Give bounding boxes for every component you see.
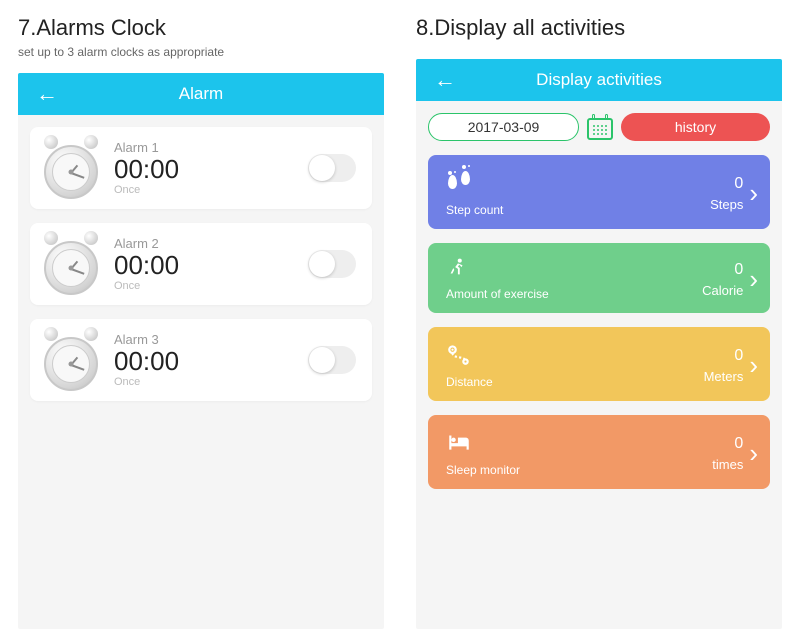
alarm-card[interactable]: Alarm 3 00:00 Once xyxy=(30,319,372,401)
calendar-icon[interactable] xyxy=(587,114,613,140)
alarm-label: Alarm 3 xyxy=(114,332,308,347)
activities-top-row: 2017-03-09 history xyxy=(428,113,770,141)
card-unit: Meters xyxy=(704,369,744,384)
alarm-info: Alarm 1 00:00 Once xyxy=(114,140,308,196)
alarm-time: 00:00 xyxy=(114,251,308,280)
card-label: Step count xyxy=(446,203,503,217)
date-picker[interactable]: 2017-03-09 xyxy=(428,113,579,141)
alarm-toggle[interactable] xyxy=(308,250,356,278)
alarm-phone: ← Alarm Alarm 1 00:00 Once xyxy=(18,73,384,629)
activities-phone: ← Display activities 2017-03-09 history … xyxy=(416,59,782,629)
card-label: Amount of exercise xyxy=(446,287,549,301)
bed-icon xyxy=(446,429,472,455)
card-unit: times xyxy=(712,457,743,472)
alarm-toggle[interactable] xyxy=(308,154,356,182)
activities-title: 8.Display all activities xyxy=(416,15,782,41)
card-label: Sleep monitor xyxy=(446,463,520,477)
exercise-card[interactable]: Amount of exercise 0 Calorie › xyxy=(428,243,770,313)
clock-icon xyxy=(40,137,102,199)
alarm-header-title: Alarm xyxy=(18,84,384,104)
clock-icon xyxy=(40,233,102,295)
alarm-list: Alarm 1 00:00 Once Alarm 2 00:00 Once xyxy=(18,115,384,629)
history-button[interactable]: history xyxy=(621,113,770,141)
card-value: 0 xyxy=(734,175,743,193)
step-count-card[interactable]: Step count 0 Steps › xyxy=(428,155,770,229)
alarms-panel: 7.Alarms Clock set up to 3 alarm clocks … xyxy=(18,15,384,629)
back-icon[interactable]: ← xyxy=(434,67,456,93)
distance-card[interactable]: Distance 0 Meters › xyxy=(428,327,770,401)
back-icon[interactable]: ← xyxy=(36,81,58,107)
card-value: 0 xyxy=(734,435,743,453)
chevron-right-icon: › xyxy=(749,438,758,469)
alarm-toggle[interactable] xyxy=(308,346,356,374)
route-pin-icon xyxy=(446,341,472,367)
alarm-freq: Once xyxy=(114,376,308,388)
clock-icon xyxy=(40,329,102,391)
card-label: Distance xyxy=(446,375,493,389)
sleep-card[interactable]: Sleep monitor 0 times › xyxy=(428,415,770,489)
activities-header-title: Display activities xyxy=(416,70,782,90)
alarm-info: Alarm 2 00:00 Once xyxy=(114,236,308,292)
alarm-info: Alarm 3 00:00 Once xyxy=(114,332,308,388)
alarms-title: 7.Alarms Clock xyxy=(18,15,384,41)
alarm-header: ← Alarm xyxy=(18,73,384,115)
alarm-label: Alarm 2 xyxy=(114,236,308,251)
alarm-card[interactable]: Alarm 2 00:00 Once xyxy=(30,223,372,305)
card-value: 0 xyxy=(734,347,743,365)
footprints-icon xyxy=(446,169,472,195)
chevron-right-icon: › xyxy=(749,178,758,209)
activities-body: 2017-03-09 history Step count 0 Steps › xyxy=(416,101,782,629)
alarm-label: Alarm 1 xyxy=(114,140,308,155)
alarm-freq: Once xyxy=(114,280,308,292)
runner-icon xyxy=(446,257,468,279)
chevron-right-icon: › xyxy=(749,350,758,381)
activities-header: ← Display activities xyxy=(416,59,782,101)
alarm-time: 00:00 xyxy=(114,347,308,376)
alarm-card[interactable]: Alarm 1 00:00 Once xyxy=(30,127,372,209)
card-unit: Steps xyxy=(710,197,743,212)
activities-panel: 8.Display all activities ← Display activ… xyxy=(416,15,782,629)
chevron-right-icon: › xyxy=(749,264,758,295)
alarm-time: 00:00 xyxy=(114,155,308,184)
alarm-freq: Once xyxy=(114,184,308,196)
alarms-subtitle: set up to 3 alarm clocks as appropriate xyxy=(18,45,384,59)
card-unit: Calorie xyxy=(702,283,743,298)
card-value: 0 xyxy=(734,261,743,279)
